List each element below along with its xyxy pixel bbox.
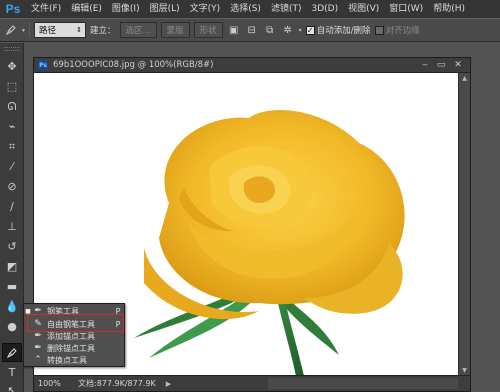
minimize-icon[interactable]: ‒ — [418, 59, 432, 71]
status-menu-arrow-icon[interactable]: ▶ — [166, 380, 171, 388]
close-icon[interactable]: ✕ — [451, 59, 465, 71]
menu-edit[interactable]: 编辑(E) — [66, 0, 107, 18]
horizontal-scrollbar[interactable] — [268, 378, 458, 389]
flyout-item-add-anchor[interactable]: ✒ 添加锚点工具 — [24, 330, 124, 342]
toolbox-grip[interactable] — [4, 47, 20, 51]
mask-button[interactable]: 蒙版 — [160, 22, 190, 38]
preset-dropdown-arrow-icon[interactable]: ▾ — [22, 27, 25, 34]
menu-3d[interactable]: 3D(D) — [306, 0, 343, 18]
photoshop-logo: Ps — [5, 2, 21, 16]
path-selection-tool-icon[interactable]: ↖ — [2, 381, 22, 392]
flyout-item-convert-point[interactable]: ⌃ 转换点工具 — [24, 354, 124, 366]
maximize-icon[interactable]: ▭ — [434, 59, 448, 71]
type-tool-icon[interactable]: T — [2, 363, 22, 382]
auto-add-delete-checkbox[interactable]: ✓ — [305, 25, 315, 35]
options-bar: ▾ 路径 ⇕ 建立： 选区... 蒙版 形状 ▣ ⊟ ⧉ ✲ ▾ ✓ 自动添加/… — [0, 18, 500, 42]
menu-filter[interactable]: 滤镜(T) — [266, 0, 307, 18]
menu-bar: Ps 文件(F) 编辑(E) 图像(I) 图层(L) 文字(Y) 选择(S) 滤… — [0, 0, 500, 18]
align-edges-option[interactable]: 对齐边缘 — [374, 24, 420, 36]
convert-point-icon: ⌃ — [34, 355, 42, 365]
flyout-item-pen[interactable]: ■ ✒ 钢笔工具 P — [24, 305, 124, 317]
gear-icon[interactable]: ✲ — [281, 23, 295, 37]
flyout-item-shortcut: P — [115, 306, 121, 316]
eraser-tool-icon[interactable]: ◩ — [2, 257, 22, 276]
auto-add-delete-label: 自动添加/删除 — [316, 26, 371, 36]
make-label: 建立： — [90, 26, 116, 36]
auto-add-delete-option[interactable]: ✓ 自动添加/删除 — [305, 24, 371, 36]
marquee-tool-icon[interactable]: ⬚ — [2, 77, 22, 96]
path-arrangement-icon[interactable]: ⧉ — [263, 23, 277, 37]
dodge-tool-icon[interactable]: ● — [2, 317, 22, 336]
menu-file[interactable]: 文件(F) — [26, 0, 66, 18]
quick-select-tool-icon[interactable]: ⌁ — [2, 117, 22, 136]
gradient-tool-icon[interactable]: ▬ — [2, 277, 22, 296]
flyout-item-shortcut: P — [115, 319, 121, 329]
scroll-up-icon[interactable]: ▲ — [459, 73, 470, 84]
gear-dropdown-arrow-icon[interactable]: ▾ — [299, 27, 302, 34]
ps-document-icon: Ps — [38, 60, 48, 70]
flyout-item-freeform-pen[interactable]: ✎ 自由钢笔工具 P — [24, 318, 124, 330]
pen-tool-preset-icon[interactable] — [4, 23, 18, 37]
delete-anchor-icon: ✒ — [34, 343, 42, 353]
vertical-scrollbar[interactable]: ▲ ▼ — [458, 73, 470, 376]
path-alignment-icon[interactable]: ⊟ — [245, 23, 259, 37]
flyout-item-delete-anchor[interactable]: ✒ 删除锚点工具 — [24, 342, 124, 354]
menu-window[interactable]: 窗口(W) — [384, 0, 428, 18]
mode-select-value: 路径 — [39, 26, 57, 36]
shape-button[interactable]: 形状 — [193, 22, 223, 38]
flyout-item-label: 删除锚点工具 — [47, 343, 95, 353]
menu-type[interactable]: 文字(Y) — [185, 0, 226, 18]
document-title: 69b1OOOPIC08.jpg @ 100%(RGB/8#) — [53, 60, 214, 70]
align-edges-checkbox[interactable] — [374, 25, 384, 35]
menu-view[interactable]: 视图(V) — [343, 0, 384, 18]
flyout-item-label: 自由钢笔工具 — [47, 319, 95, 329]
document-tab[interactable]: Ps 69b1OOOPIC08.jpg @ 100%(RGB/8#) ‒ ▭ ✕ — [34, 58, 470, 73]
menu-layer[interactable]: 图层(L) — [145, 0, 185, 18]
clone-stamp-tool-icon[interactable]: ⊥ — [2, 217, 22, 236]
lasso-tool-icon[interactable]: ᘏ — [2, 97, 22, 116]
menu-select[interactable]: 选择(S) — [225, 0, 266, 18]
flyout-item-label: 钢笔工具 — [47, 306, 79, 316]
path-operations-icon[interactable]: ▣ — [227, 23, 241, 37]
mode-select[interactable]: 路径 ⇕ — [34, 22, 87, 38]
toolbox: ✥ ⬚ ᘏ ⌁ ⌗ ⁄ ⊘ ∕ ⊥ ↺ ◩ ▬ 💧 ● T ↖ — [0, 43, 24, 392]
menu-help[interactable]: 帮助(H) — [428, 0, 470, 18]
pen-tool-flyout-menu: ■ ✒ 钢笔工具 P ✎ 自由钢笔工具 P ✒ 添加锚点工具 ✒ 删除锚点工具 … — [23, 303, 125, 367]
menu-image[interactable]: 图像(I) — [107, 0, 145, 18]
selection-button[interactable]: 选区... — [119, 22, 157, 38]
history-brush-tool-icon[interactable]: ↺ — [2, 237, 22, 256]
crop-tool-icon[interactable]: ⌗ — [2, 137, 22, 156]
align-edges-label: 对齐边缘 — [385, 26, 420, 36]
separator — [29, 22, 31, 38]
add-anchor-icon: ✒ — [34, 331, 42, 341]
chevron-down-icon: ⇕ — [76, 26, 83, 34]
move-tool-icon[interactable]: ✥ — [2, 57, 22, 76]
freeform-pen-icon: ✎ — [34, 319, 42, 329]
document-info: 文档:877.9K/877.9K — [78, 379, 156, 388]
flyout-item-label: 转换点工具 — [47, 355, 87, 365]
current-tool-bullet-icon: ■ — [25, 307, 31, 315]
flyout-item-label: 添加锚点工具 — [47, 331, 95, 341]
status-bar: 100% 文档:877.9K/877.9K ▶ — [34, 375, 470, 391]
blur-tool-icon[interactable]: 💧 — [2, 297, 22, 316]
pen-tool-icon[interactable] — [2, 343, 22, 362]
brush-tool-icon[interactable]: ∕ — [2, 197, 22, 216]
pen-icon: ✒ — [34, 306, 42, 316]
zoom-field[interactable]: 100% — [38, 378, 72, 390]
healing-brush-tool-icon[interactable]: ⊘ — [2, 177, 22, 196]
eyedropper-tool-icon[interactable]: ⁄ — [2, 157, 22, 176]
